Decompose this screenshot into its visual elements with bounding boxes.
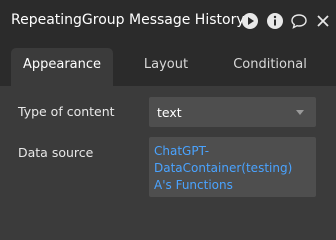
chevron-down-icon: [296, 110, 304, 115]
type-of-content-label: Type of content: [18, 104, 115, 119]
tab-appearance-label: Appearance: [22, 57, 102, 72]
info-icon[interactable]: [266, 12, 284, 30]
close-icon[interactable]: [314, 12, 332, 30]
tab-bar: Appearance Layout Conditional: [0, 42, 336, 86]
data-source-label: Data source: [18, 145, 94, 160]
tab-appearance[interactable]: Appearance: [11, 48, 113, 86]
tab-layout-label: Layout: [143, 57, 189, 72]
type-of-content-value: text: [157, 105, 182, 120]
data-source-value[interactable]: ChatGPT-DataContainer(testing) A's Funct…: [154, 143, 312, 194]
element-title: RepeatingGroup Message History: [11, 12, 245, 28]
tab-conditional[interactable]: Conditional: [220, 48, 320, 86]
comment-icon[interactable]: [290, 12, 308, 30]
data-source-expression[interactable]: ChatGPT-DataContainer(testing) A's Funct…: [149, 137, 316, 197]
tab-conditional-label: Conditional: [233, 57, 307, 72]
panel-header: RepeatingGroup Message History: [0, 0, 336, 42]
type-of-content-dropdown[interactable]: text: [149, 97, 316, 127]
property-editor-panel: RepeatingGroup Message History Appearanc…: [0, 0, 336, 240]
play-icon[interactable]: [241, 12, 259, 30]
tab-layout[interactable]: Layout: [122, 48, 210, 86]
